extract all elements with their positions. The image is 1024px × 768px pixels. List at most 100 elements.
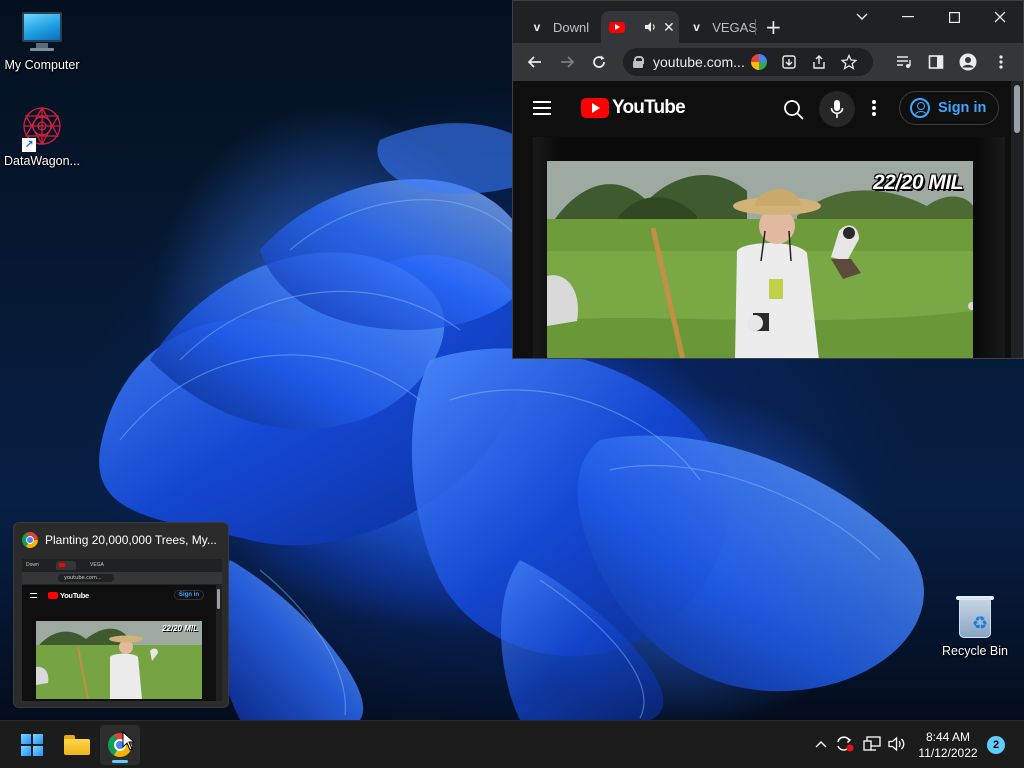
address-bar[interactable]: youtube.com... xyxy=(623,48,873,76)
hamburger-menu-icon[interactable] xyxy=(533,101,551,115)
youtube-icon xyxy=(609,21,625,33)
lock-icon xyxy=(633,56,644,68)
video-thumbnail[interactable]: 22/20 MIL xyxy=(547,161,973,358)
chevron-up-icon xyxy=(815,741,827,748)
desktop-icon-label: Recycle Bin xyxy=(942,644,1008,658)
side-panel-button[interactable] xyxy=(923,49,949,75)
new-tab-button[interactable]: + xyxy=(765,15,782,39)
speaker-icon[interactable] xyxy=(643,20,657,34)
v-icon: v xyxy=(693,20,700,34)
tab-downloads[interactable]: v Downl xyxy=(521,11,603,43)
youtube-settings-kebab-icon[interactable] xyxy=(869,97,879,119)
back-arrow-icon xyxy=(527,56,541,68)
forward-arrow-icon xyxy=(561,56,575,68)
maximize-button[interactable] xyxy=(931,5,977,29)
mini-scrollbar xyxy=(217,589,220,609)
show-hidden-icons-button[interactable] xyxy=(810,733,832,755)
mini-toolbar: youtube.com... xyxy=(22,572,222,584)
browser-toolbar: youtube.com... xyxy=(513,43,1023,81)
profile-avatar-icon xyxy=(959,53,977,71)
profile-button[interactable] xyxy=(955,49,981,75)
folder-icon xyxy=(64,735,90,755)
video-overlay-caption: 22/20 MIL xyxy=(872,171,964,194)
share-icon[interactable] xyxy=(811,54,827,70)
sync-alert-icon xyxy=(837,736,854,752)
media-control-button[interactable] xyxy=(891,49,917,75)
scrollbar-thumb[interactable] xyxy=(1014,85,1020,133)
minimize-button[interactable] xyxy=(885,5,931,29)
youtube-header: YouTube Sign in xyxy=(513,81,1011,137)
mini-active-tab xyxy=(56,561,76,570)
datawagon-icon: ↗ xyxy=(20,106,64,152)
mouse-cursor-icon xyxy=(122,731,136,751)
volume-button[interactable] xyxy=(886,733,908,755)
url-text: youtube.com... xyxy=(653,54,745,70)
desktop-icon-my-computer[interactable]: My Computer xyxy=(0,10,84,72)
taskbar-file-explorer[interactable] xyxy=(57,725,97,765)
network-button[interactable] xyxy=(861,733,883,755)
chrome-window[interactable]: v Downl ✕ v VEGAS + youtube.com... YouTu… xyxy=(512,0,1024,359)
chevron-down-icon xyxy=(856,13,868,20)
youtube-play-icon xyxy=(581,98,609,118)
network-icon xyxy=(863,736,881,751)
mini-tab-label: Down xyxy=(26,562,39,568)
google-lens-icon[interactable] xyxy=(751,54,767,70)
search-icon[interactable] xyxy=(783,99,805,121)
notification-badge[interactable]: 2 xyxy=(987,736,1005,754)
tab-strip: v Downl ✕ v VEGAS + xyxy=(513,1,1023,43)
reload-button[interactable] xyxy=(586,49,612,75)
youtube-page: YouTube Sign in 22/20 MIL xyxy=(513,81,1011,358)
kebab-menu-icon xyxy=(999,55,1003,69)
taskbar-thumbnail-preview[interactable]: Planting 20,000,000 Trees, My... Down VE… xyxy=(13,522,229,708)
tab-vegas[interactable]: v VEGAS xyxy=(681,11,757,43)
desktop-icon-recycle-bin[interactable]: ♻ Recycle Bin xyxy=(933,596,1017,658)
windows-logo-icon xyxy=(21,734,43,756)
sign-in-button[interactable]: Sign in xyxy=(899,91,999,125)
video-player[interactable]: 22/20 MIL xyxy=(533,137,1005,358)
youtube-logo-text: YouTube xyxy=(612,97,686,118)
chrome-icon xyxy=(22,532,38,548)
page-scrollbar[interactable] xyxy=(1011,81,1023,358)
account-icon xyxy=(910,98,930,118)
shortcut-arrow-icon: ↗ xyxy=(22,138,36,152)
v-icon: v xyxy=(533,20,541,34)
preview-window-thumbnail[interactable]: Down VEGA youtube.com... YouTube Sign in xyxy=(22,559,222,701)
microphone-icon xyxy=(830,100,844,118)
preview-title: Planting 20,000,000 Trees, My... xyxy=(45,533,217,547)
tab-label: VEGAS xyxy=(712,19,757,35)
mini-sign-in: Sign in xyxy=(174,590,204,600)
close-button[interactable] xyxy=(977,5,1023,29)
volume-icon xyxy=(888,736,905,752)
youtube-logo[interactable]: YouTube xyxy=(581,97,686,119)
maximize-icon xyxy=(948,11,960,23)
preview-title-bar: Planting 20,000,000 Trees, My... xyxy=(22,532,217,548)
tab-separator xyxy=(755,19,756,35)
mini-tab-label: VEGA xyxy=(90,562,104,568)
install-app-icon[interactable] xyxy=(781,54,797,70)
recycle-bin-icon: ♻ xyxy=(953,596,997,640)
sync-status-button[interactable] xyxy=(834,733,856,755)
desktop-icon-label: DataWagon... xyxy=(4,154,80,168)
bookmark-star-icon[interactable] xyxy=(841,54,857,70)
start-button[interactable] xyxy=(12,725,52,765)
tab-youtube[interactable]: ✕ xyxy=(601,11,679,43)
active-app-indicator xyxy=(112,760,128,763)
forward-button[interactable] xyxy=(554,49,580,75)
desktop-icon-datawagon[interactable]: ↗ DataWagon... xyxy=(0,106,84,168)
chrome-menu-button[interactable] xyxy=(988,49,1014,75)
clock-date: 11/12/2022 xyxy=(918,746,978,760)
system-clock[interactable]: 8:44 AM 11/12/2022 xyxy=(912,729,984,761)
mini-url: youtube.com... xyxy=(58,574,114,582)
mini-video-overlay: 22/20 MIL xyxy=(161,624,198,633)
tab-close-icon[interactable]: ✕ xyxy=(663,19,675,36)
tab-search-button[interactable] xyxy=(839,5,885,29)
taskbar: 8:44 AM 11/12/2022 2 xyxy=(0,720,1024,768)
media-queue-icon xyxy=(897,56,911,68)
mini-youtube-logo: YouTube xyxy=(48,591,89,600)
back-button[interactable] xyxy=(522,49,548,75)
reload-icon xyxy=(593,55,605,68)
voice-search-button[interactable] xyxy=(819,91,855,127)
sign-in-label: Sign in xyxy=(938,100,987,116)
side-panel-icon xyxy=(928,55,944,69)
clock-time: 8:44 AM xyxy=(925,730,971,744)
